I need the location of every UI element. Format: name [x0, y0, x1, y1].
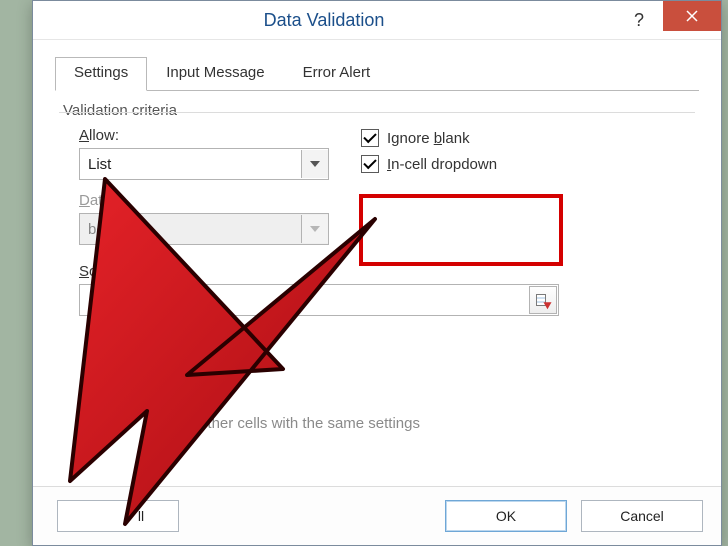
ok-button[interactable]: OK	[445, 500, 567, 532]
close-button[interactable]	[663, 1, 721, 31]
apply-same-settings-row: Apply th to all other cells with the sam…	[83, 414, 420, 432]
data-label: Data:	[79, 192, 339, 209]
close-icon	[685, 9, 699, 23]
settings-panel: Validation criteria Allow: List Data: be…	[55, 90, 699, 478]
tab-error-alert[interactable]: Error Alert	[284, 57, 390, 91]
help-button[interactable]: ?	[615, 5, 663, 35]
data-dropdown: between	[79, 213, 329, 245]
incell-dropdown-checkbox[interactable]	[361, 155, 379, 173]
ignore-blank-checkbox[interactable]	[361, 129, 379, 147]
source-input[interactable]	[79, 284, 559, 316]
data-value: between	[80, 221, 301, 238]
clear-all-button[interactable]: Clear All	[57, 500, 179, 532]
allow-dropdown-button[interactable]	[301, 150, 328, 178]
allow-value: List	[80, 156, 301, 173]
ignore-blank-label: Ignore blank	[387, 130, 470, 147]
incell-dropdown-row[interactable]: In-cell dropdown	[361, 155, 497, 173]
ignore-blank-row[interactable]: Ignore blank	[361, 129, 497, 147]
chevron-down-icon	[310, 226, 320, 232]
tab-input-message[interactable]: Input Message	[147, 57, 283, 91]
allow-dropdown[interactable]: List	[79, 148, 329, 180]
titlebar: Data Validation ?	[33, 1, 721, 40]
dialog-footer: Clear All OK Cancel	[33, 486, 721, 545]
range-picker-icon	[536, 294, 550, 306]
dialog-title: Data Validation	[33, 10, 615, 31]
cancel-button[interactable]: Cancel	[581, 500, 703, 532]
source-label: Source:	[79, 263, 695, 280]
chevron-down-icon	[310, 161, 320, 167]
apply-label: to all other cells with the same setting…	[163, 415, 420, 432]
tab-row: Settings Input Message Error Alert	[55, 56, 699, 91]
range-picker-button[interactable]	[529, 286, 557, 314]
data-dropdown-button	[301, 215, 328, 243]
incell-dropdown-label: In-cell dropdown	[387, 156, 497, 173]
apply-checkbox	[83, 414, 101, 432]
allow-label: Allow:	[79, 127, 339, 144]
data-validation-dialog: Data Validation ? Settings Input Message…	[32, 0, 722, 546]
tab-settings[interactable]: Settings	[55, 57, 147, 91]
